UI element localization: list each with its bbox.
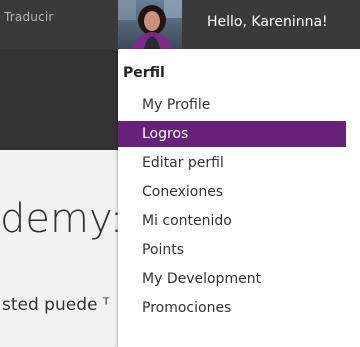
translate-link[interactable]: Traducir bbox=[4, 10, 54, 24]
avatar[interactable] bbox=[118, 0, 182, 49]
header-background bbox=[0, 49, 118, 150]
menu-item-points[interactable]: Points bbox=[118, 237, 346, 263]
page-title: demy: bbox=[0, 196, 124, 242]
user-greeting[interactable]: Hello, Kareninna! bbox=[207, 14, 328, 30]
page-intro-text: sted puede ᵀ bbox=[2, 295, 110, 315]
menu-item-my-profile[interactable]: My Profile bbox=[118, 92, 346, 118]
menu-header: Perfil bbox=[123, 65, 165, 81]
menu-item-promociones[interactable]: Promociones bbox=[118, 295, 346, 321]
menu-item-conexiones[interactable]: Conexiones bbox=[118, 179, 346, 205]
avatar-photo-icon bbox=[118, 0, 182, 49]
profile-dropdown-menu: Perfil My Profile Logros Editar perfil C… bbox=[118, 49, 360, 347]
menu-item-my-development[interactable]: My Development bbox=[118, 266, 346, 292]
menu-item-editar-perfil[interactable]: Editar perfil bbox=[118, 150, 346, 176]
menu-item-logros[interactable]: Logros bbox=[118, 121, 346, 147]
menu-item-mi-contenido[interactable]: Mi contenido bbox=[118, 208, 346, 234]
top-bar: Traducir Hello, Kareninna! bbox=[0, 0, 360, 49]
